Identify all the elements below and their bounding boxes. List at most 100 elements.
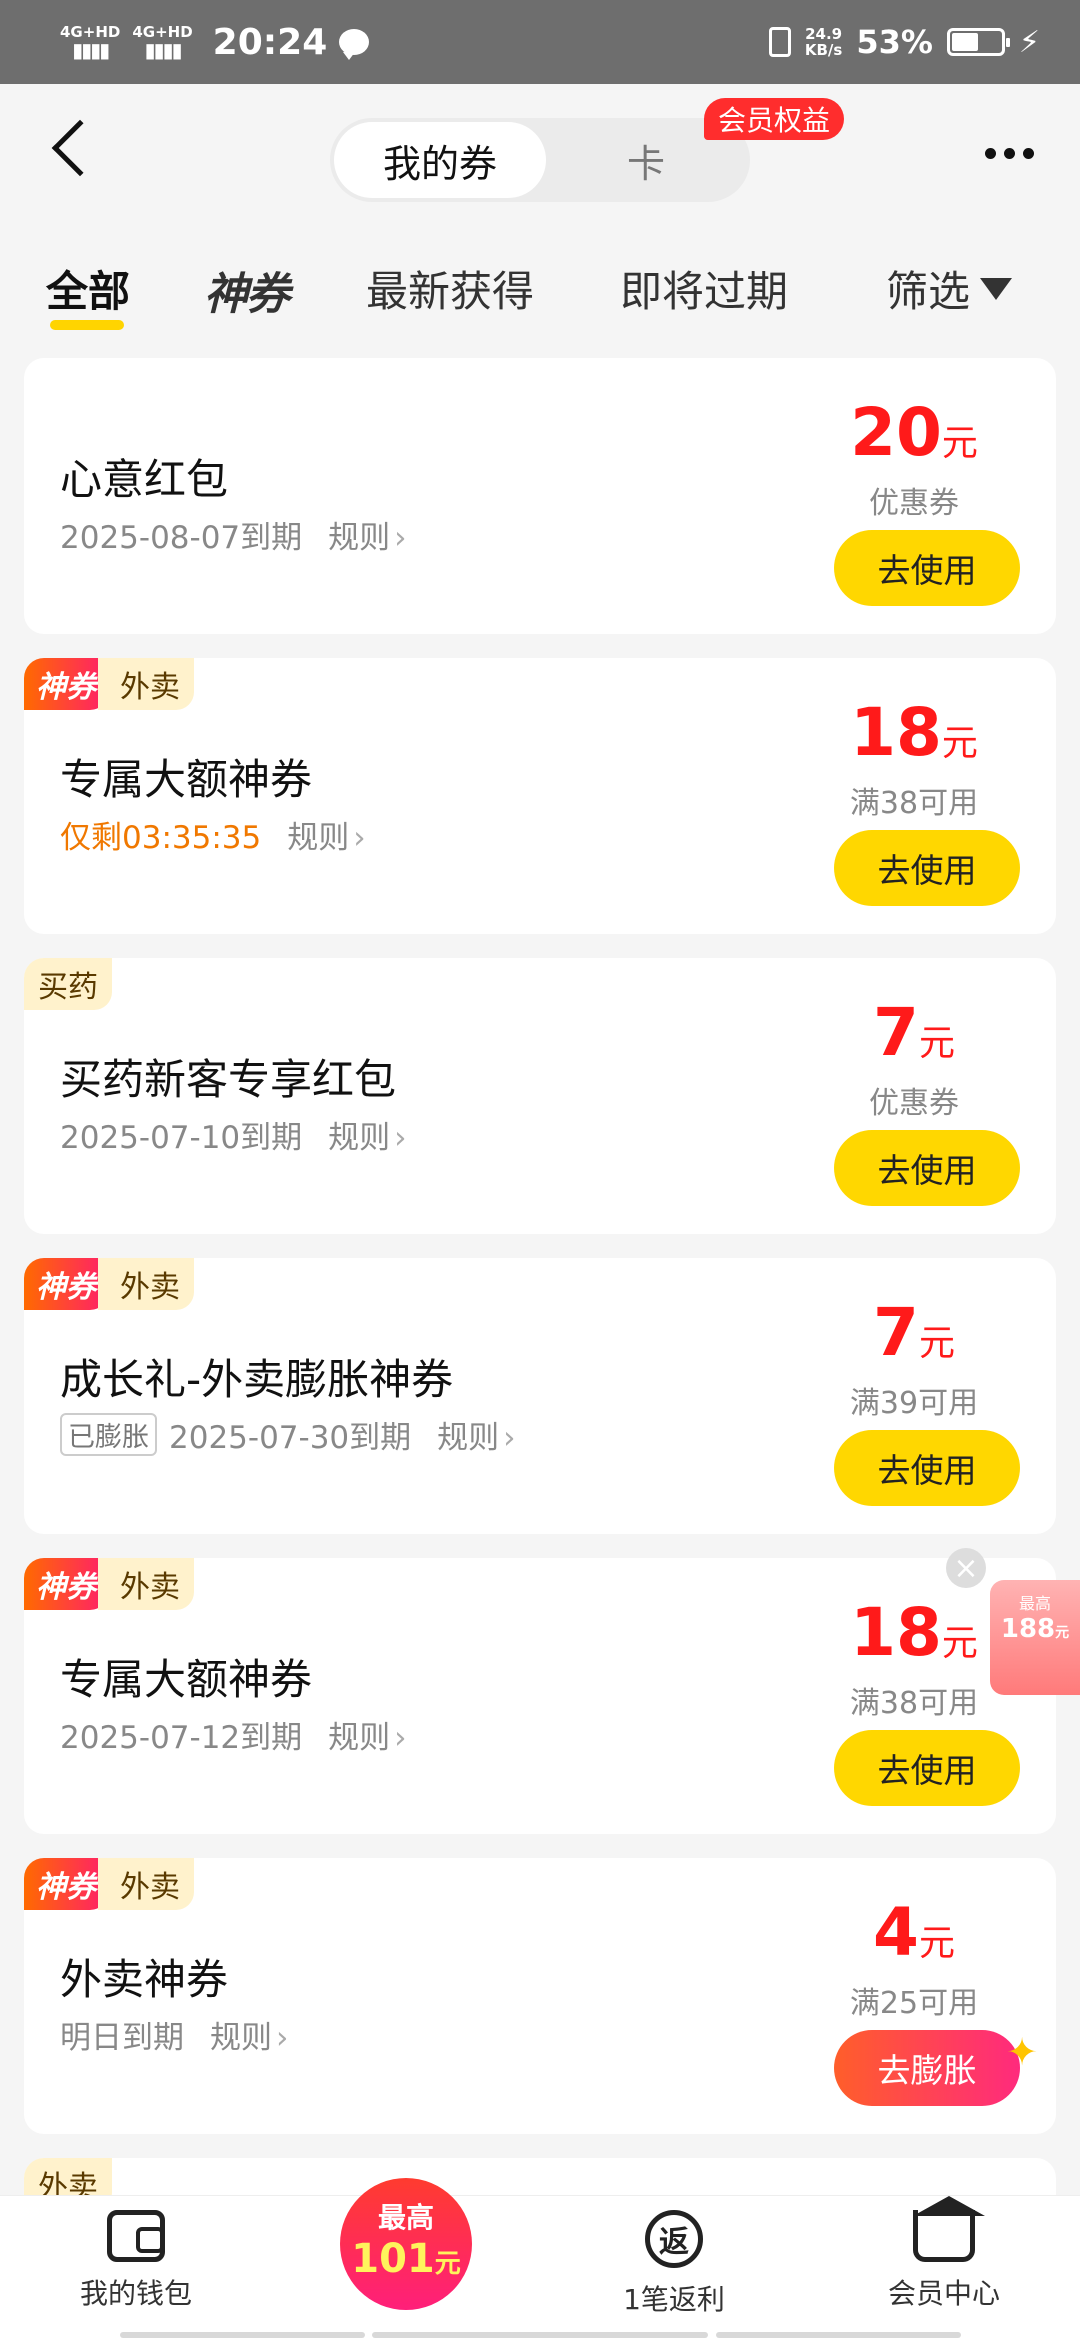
filter-icon <box>980 277 1013 300</box>
coupon-card[interactable]: 神券 外卖 外卖神券 明日到期 规则 › 4元 满25可用 去膨胀 ✦ <box>24 1858 1056 2134</box>
chevron-right-icon: › <box>353 820 366 856</box>
rules-link[interactable]: 规则 › <box>287 812 365 857</box>
filter-tabs: 全部 神券 最新获得 即将过期 筛选 <box>0 240 1080 340</box>
filter-button[interactable]: 筛选 <box>886 258 1013 319</box>
chevron-right-icon: › <box>276 2020 289 2056</box>
coupon-card[interactable]: 神券 外卖 专属大额神券 2025-07-12到期 规则 › 18元 满38可用 … <box>24 1558 1056 1834</box>
shen-tag: 神券 <box>24 1558 108 1610</box>
coupon-condition: 满39可用 <box>849 1386 979 1421</box>
category-tag: 外卖 <box>98 1258 194 1310</box>
wallet-icon <box>107 2210 165 2262</box>
rules-link[interactable]: 规则 › <box>328 1112 406 1157</box>
coupon-list: 心意红包 2025-08-07到期 规则 › 20元 优惠券 去使用 神券 外卖 … <box>0 340 1080 2195</box>
shen-tag: 神券 <box>24 658 108 710</box>
coupon-tags: 外卖 <box>24 2158 112 2195</box>
battery-icon <box>946 28 1010 56</box>
sparkle-icon: ✦ <box>1006 2030 1038 2074</box>
rules-link[interactable]: 规则 › <box>328 512 406 557</box>
more-options-icon[interactable] <box>985 148 1034 159</box>
use-button[interactable]: 去使用 <box>834 1430 1020 1506</box>
coupon-condition: 满25可用 <box>849 1986 979 2021</box>
use-button[interactable]: 去使用 <box>834 1130 1020 1206</box>
coupon-tags: 神券 外卖 <box>24 1858 194 1910</box>
tab-shen-coupons[interactable]: 神券 <box>204 258 290 322</box>
coupon-tags: 神券 外卖 <box>24 1558 194 1610</box>
category-tag: 外卖 <box>98 1858 194 1910</box>
shen-tag: 神券 <box>24 1258 108 1310</box>
tab-latest[interactable]: 最新获得 <box>366 258 534 319</box>
nav-cashback[interactable]: 返 1笔返利 <box>574 2210 774 2318</box>
tab-my-coupons[interactable]: 我的券 <box>334 122 546 198</box>
tab-expiring[interactable]: 即将过期 <box>620 258 788 319</box>
coupon-condition: 优惠券 <box>869 486 959 521</box>
coupon-card[interactable]: 神券 外卖 专属大额神券 仅剩03:35:35 规则 › 18元 满38可用 去使… <box>24 658 1056 934</box>
coupon-expiry: 明日到期 <box>60 2020 184 2056</box>
category-tag: 外卖 <box>24 2158 112 2195</box>
coupon-tags: 买药 <box>24 958 112 1010</box>
network-speed: 24.9 KB/s <box>804 25 843 59</box>
home-indicator <box>120 2332 365 2338</box>
coupon-tags: 神券 外卖 <box>24 1258 194 1310</box>
category-tag: 外卖 <box>98 658 194 710</box>
chevron-right-icon: › <box>394 1120 407 1156</box>
category-tag: 买药 <box>24 958 112 1010</box>
coupon-expiry: 2025-07-30到期 <box>169 1420 412 1456</box>
nav-vip-center[interactable]: 会员中心 <box>844 2196 1044 2312</box>
coupon-title: 专属大额神券 <box>60 1655 313 1704</box>
coupon-amount: 7元 <box>873 994 955 1071</box>
filter-label: 筛选 <box>886 267 971 316</box>
chevron-right-icon: › <box>503 1420 516 1456</box>
rules-link[interactable]: 规则 › <box>437 1412 515 1457</box>
coupon-meta: 2025-07-10到期 规则 › <box>60 1112 407 1157</box>
rules-link[interactable]: 规则 › <box>328 1712 406 1757</box>
shen-tag: 神券 <box>24 1858 108 1910</box>
cashback-icon: 返 <box>645 2210 703 2268</box>
coupon-expiry: 2025-08-07到期 <box>60 520 303 556</box>
floating-reward-widget[interactable]: 最高 188元 <box>990 1580 1080 1695</box>
vip-benefits-badge[interactable]: 会员权益 <box>704 98 845 140</box>
coupon-card[interactable]: 外卖 <box>24 2158 1056 2195</box>
coupon-title: 专属大额神券 <box>60 755 313 804</box>
vibrate-icon <box>768 27 791 57</box>
coupon-amount: 18元 <box>850 694 978 771</box>
coupon-meta: 2025-08-07到期 规则 › <box>60 512 407 557</box>
coupon-meta: 仅剩03:35:35 规则 › <box>60 812 366 857</box>
promo-max-reward[interactable]: 最高 101元 <box>340 2178 472 2310</box>
coupon-condition: 满38可用 <box>849 1686 979 1721</box>
coupon-amount: 20元 <box>850 394 978 471</box>
bottom-nav: 我的钱包 最高 101元 返 1笔返利 会员中心 <box>0 2178 1080 2340</box>
close-floating-icon[interactable]: × <box>946 1548 986 1588</box>
coupon-card-switch: 我的券 卡 <box>330 118 750 202</box>
use-button[interactable]: 去使用 <box>834 830 1020 906</box>
coupon-amount: 7元 <box>873 1294 955 1371</box>
inflate-button[interactable]: 去膨胀 <box>834 2030 1020 2106</box>
charging-icon: ⚡ <box>1018 24 1040 60</box>
coupon-card[interactable]: 心意红包 2025-08-07到期 规则 › 20元 优惠券 去使用 <box>24 358 1056 634</box>
coupon-expiry: 2025-07-12到期 <box>60 1720 303 1756</box>
coupon-title: 心意红包 <box>60 455 229 504</box>
coupon-meta: 2025-07-12到期 规则 › <box>60 1712 407 1757</box>
coupon-expiry: 2025-07-10到期 <box>60 1120 303 1156</box>
back-arrow-icon[interactable] <box>51 119 109 177</box>
header: 我的券 卡 会员权益 <box>0 84 1080 240</box>
use-button[interactable]: 去使用 <box>834 530 1020 606</box>
coupon-countdown: 仅剩03:35:35 <box>60 820 262 856</box>
coupon-meta: 明日到期 规则 › <box>60 2012 288 2057</box>
category-tag: 外卖 <box>98 1558 194 1610</box>
coupon-condition: 优惠券 <box>869 1086 959 1121</box>
chevron-right-icon: › <box>394 1720 407 1756</box>
message-notification-icon <box>339 29 370 60</box>
coupon-amount: 18元 <box>850 1594 978 1671</box>
status-time: 20:24 <box>212 21 328 63</box>
rules-link[interactable]: 规则 › <box>210 2012 288 2057</box>
signal-sim1-icon: 4G+HD ▮▮▮▮ <box>60 22 121 62</box>
nav-wallet[interactable]: 我的钱包 <box>36 2210 236 2312</box>
signal-sim2-icon: 4G+HD ▮▮▮▮ <box>132 22 193 62</box>
coupon-card[interactable]: 买药 买药新客专享红包 2025-07-10到期 规则 › 7元 优惠券 去使用 <box>24 958 1056 1234</box>
use-button[interactable]: 去使用 <box>834 1730 1020 1806</box>
tab-all[interactable]: 全部 <box>46 258 130 319</box>
coupon-card[interactable]: 神券 外卖 成长礼-外卖膨胀神券 已膨胀 2025-07-30到期 规则 › 7元… <box>24 1258 1056 1534</box>
coupon-title: 外卖神券 <box>60 1955 229 2004</box>
home-indicator <box>716 2332 961 2338</box>
coupon-condition: 满38可用 <box>849 786 979 821</box>
